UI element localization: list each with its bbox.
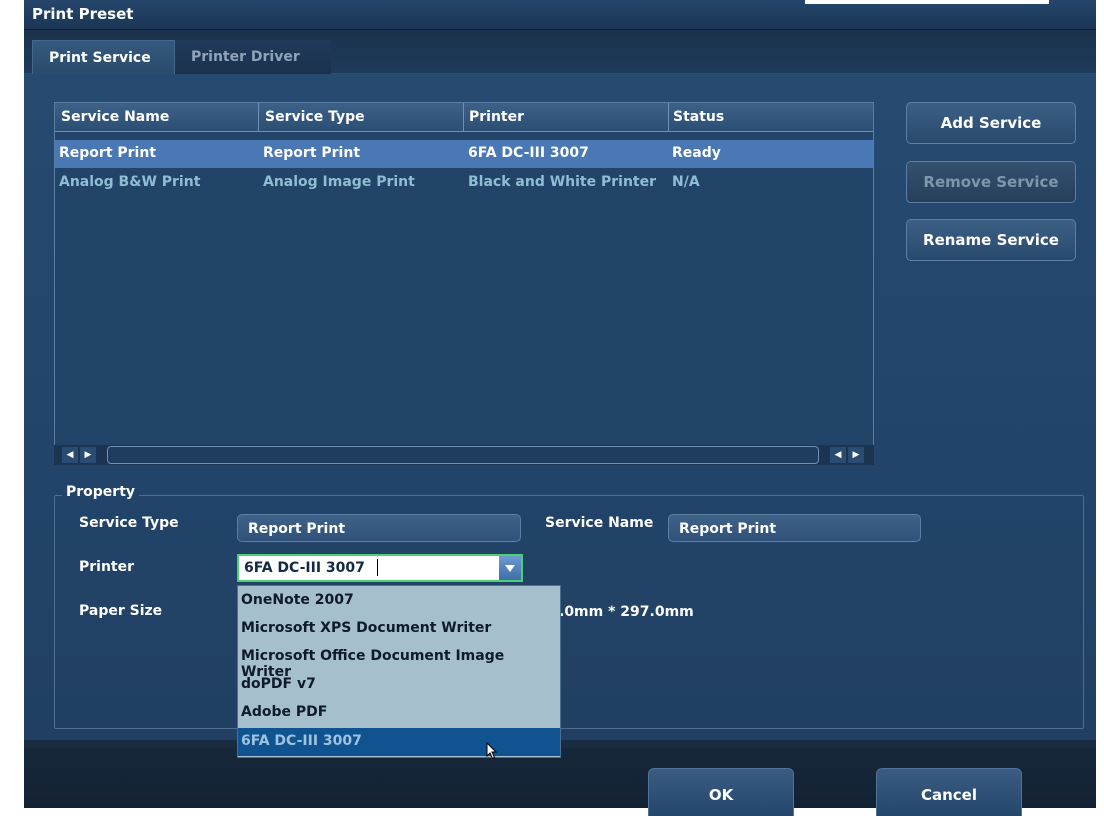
rename-service-button[interactable]: Rename Service	[906, 219, 1076, 261]
text-caret	[377, 559, 378, 576]
remove-service-button[interactable]: Remove Service	[906, 161, 1076, 203]
service-type-field[interactable]: Report Print	[237, 514, 521, 542]
dropdown-option[interactable]: Microsoft Office Document Image Writer	[238, 643, 560, 680]
scroll-right-icon[interactable]: ▶	[848, 447, 864, 463]
cell-status: N/A	[672, 174, 700, 190]
ok-button[interactable]: OK	[648, 768, 794, 816]
mouse-pointer-icon	[486, 742, 498, 760]
column-header-printer[interactable]: Printer	[469, 109, 524, 125]
table-row[interactable]: Report Print Report Print 6FA DC-III 300…	[55, 140, 873, 168]
service-type-label: Service Type	[79, 515, 179, 531]
cell-status: Ready	[672, 145, 721, 161]
scrollbar-track[interactable]	[107, 446, 819, 464]
cell-service-name: Report Print	[59, 145, 157, 161]
print-preset-window: Print Preset Print Service Printer Drive…	[0, 0, 1104, 816]
dropdown-option[interactable]: OneNote 2007	[238, 587, 560, 615]
cell-printer: Black and White Printer	[468, 174, 657, 190]
paper-size-value: .0mm * 297.0mm	[559, 604, 694, 620]
column-header-status[interactable]: Status	[673, 109, 724, 125]
cell-service-type: Analog Image Print	[263, 174, 415, 190]
service-name-field[interactable]: Report Print	[668, 514, 921, 542]
add-service-button[interactable]: Add Service	[906, 102, 1076, 144]
cell-service-name: Analog B&W Print	[59, 174, 201, 190]
outer-margin-right	[1096, 0, 1104, 816]
services-table: Service Name Service Type Printer Status…	[54, 102, 874, 447]
scroll-left-icon[interactable]: ◀	[62, 447, 78, 463]
title-gap	[805, 0, 1049, 4]
printer-dropdown-list: OneNote 2007 Microsoft XPS Document Writ…	[237, 585, 561, 758]
service-name-label: Service Name	[545, 515, 654, 531]
column-divider[interactable]	[258, 103, 259, 132]
dropdown-option[interactable]: doPDF v7	[238, 671, 560, 699]
column-divider[interactable]	[668, 103, 669, 132]
tab-printer-driver[interactable]: Printer Driver	[175, 40, 331, 74]
table-header: Service Name Service Type Printer Status	[55, 103, 873, 132]
scroll-right-icon[interactable]: ▶	[80, 447, 96, 463]
column-divider[interactable]	[463, 103, 464, 132]
dropdown-option[interactable]: Microsoft XPS Document Writer	[238, 615, 560, 643]
printer-label: Printer	[79, 559, 135, 575]
column-header-service-type[interactable]: Service Type	[265, 109, 365, 125]
dropdown-option-selected[interactable]: 6FA DC-III 3007	[238, 728, 560, 756]
title-bar: Print Preset	[24, 0, 1096, 30]
window-title: Print Preset	[32, 5, 134, 23]
column-header-service-name[interactable]: Service Name	[61, 109, 169, 125]
paper-size-label: Paper Size	[79, 603, 163, 619]
combobox-toggle[interactable]	[499, 556, 521, 580]
cell-printer: 6FA DC-III 3007	[468, 145, 589, 161]
property-legend: Property	[62, 484, 140, 500]
tab-strip: Print Service Printer Driver	[24, 38, 1096, 74]
chevron-down-icon	[505, 565, 515, 572]
tab-print-service[interactable]: Print Service	[32, 40, 175, 74]
table-row[interactable]: Analog B&W Print Analog Image Print Blac…	[55, 169, 873, 197]
printer-combobox[interactable]: 6FA DC-III 3007	[237, 554, 523, 582]
printer-combobox-value: 6FA DC-III 3007	[244, 560, 365, 576]
horizontal-scrollbar[interactable]: ◀ ▶ ◀ ▶	[54, 445, 874, 465]
dropdown-option[interactable]: Adobe PDF	[238, 699, 560, 727]
outer-margin-left	[0, 0, 24, 816]
cell-service-type: Report Print	[263, 145, 361, 161]
scroll-left-icon[interactable]: ◀	[830, 447, 846, 463]
cancel-button[interactable]: Cancel	[876, 768, 1022, 816]
